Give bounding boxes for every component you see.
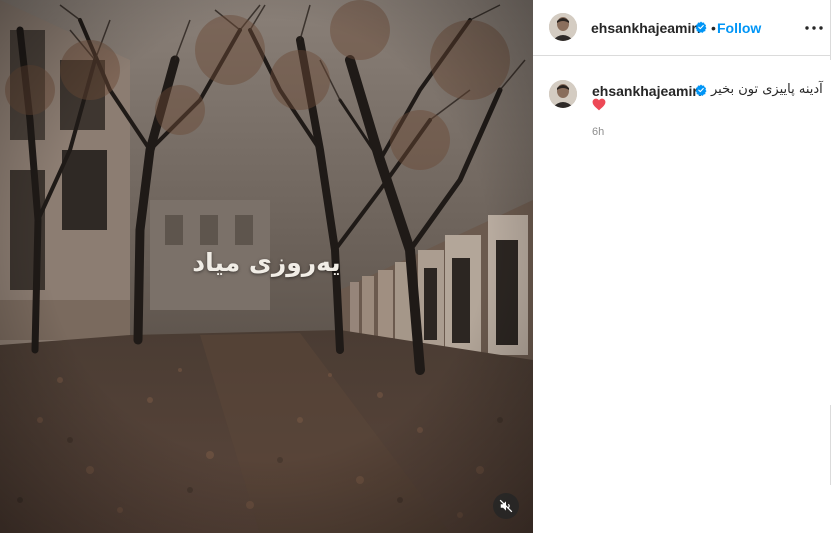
mute-toggle-button[interactable] [493, 493, 519, 519]
verified-badge-icon [695, 21, 707, 33]
caption-author-avatar[interactable] [549, 80, 577, 108]
caption-author-username[interactable]: ehsankhajeamiri [592, 83, 702, 99]
post-timestamp[interactable]: 6h [592, 126, 604, 138]
post-header: ehsankhajeamiri • Follow [533, 0, 831, 56]
verified-badge-icon [695, 84, 707, 96]
post-side-panel: ehsankhajeamiri • Follow ehsankhajeamiri [533, 0, 831, 533]
muted-speaker-icon [499, 499, 513, 513]
follow-button[interactable]: Follow [717, 20, 761, 36]
more-options-icon [805, 26, 823, 30]
more-options-button[interactable] [802, 16, 826, 40]
author-avatar[interactable] [549, 13, 577, 41]
post-video[interactable]: یه‌روزی میاد [0, 0, 533, 533]
author-username[interactable]: ehsankhajeamiri [591, 20, 701, 36]
header-separator: • [711, 20, 716, 36]
avatar-image [549, 80, 577, 108]
avatar-image [549, 13, 577, 41]
red-heart-emoji [592, 98, 606, 111]
caption-text: آدینه پاییزی تون بخیر [711, 82, 823, 97]
video-overlay-text: یه‌روزی میاد [192, 248, 341, 277]
